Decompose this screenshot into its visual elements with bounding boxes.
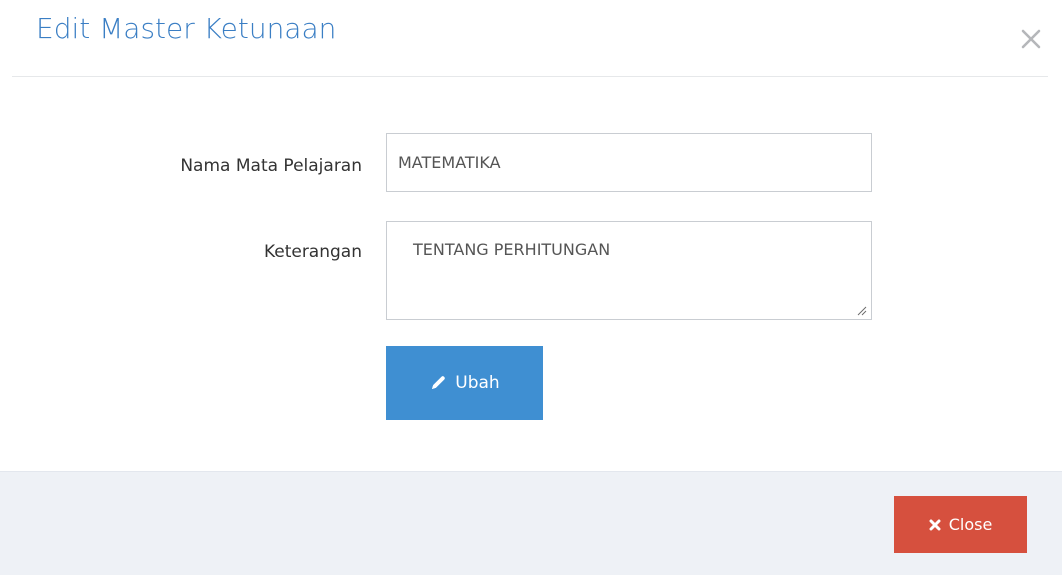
- modal-footer: Close: [0, 471, 1062, 575]
- edit-modal: Edit Master Ketunaan Nama Mata Pelajaran…: [0, 0, 1062, 575]
- resize-grip-icon[interactable]: [856, 305, 867, 316]
- times-icon: [929, 519, 941, 531]
- header-divider: [12, 76, 1048, 77]
- modal-header: Edit Master Ketunaan: [0, 0, 1062, 76]
- pencil-icon: [429, 374, 447, 392]
- nama-mata-pelajaran-input[interactable]: [386, 133, 872, 192]
- keterangan-label: Keterangan: [263, 242, 362, 262]
- keterangan-textarea[interactable]: TENTANG PERHITUNGAN: [386, 221, 872, 320]
- ubah-button[interactable]: Ubah: [386, 346, 543, 420]
- modal-title: Edit Master Ketunaan: [36, 12, 337, 45]
- close-x-icon: [1021, 29, 1041, 49]
- close-button[interactable]: Close: [894, 496, 1027, 553]
- ubah-button-label: Ubah: [455, 373, 500, 393]
- close-x-button[interactable]: [1014, 22, 1048, 56]
- nama-mata-pelajaran-label: Nama Mata Pelajaran: [180, 156, 362, 176]
- close-button-label: Close: [948, 515, 993, 534]
